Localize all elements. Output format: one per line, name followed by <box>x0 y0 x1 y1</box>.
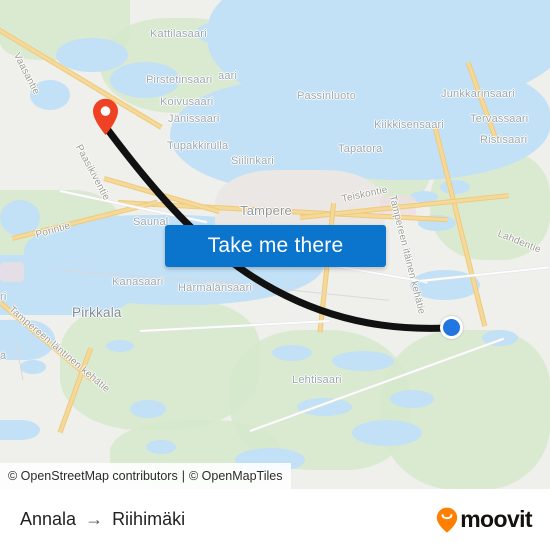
trip-origin-label: Annala <box>20 509 77 529</box>
take-me-there-button[interactable]: Take me there <box>165 225 386 267</box>
map-attribution-bar: © OpenStreetMap contributors | © OpenMap… <box>0 463 292 489</box>
openmaptiles-attribution-link[interactable]: © OpenMapTiles <box>189 469 283 483</box>
osm-attribution-link[interactable]: © OpenStreetMap contributors <box>8 469 178 483</box>
origin-pin-marker[interactable] <box>92 98 119 136</box>
map-pin-icon <box>93 98 118 135</box>
trip-footer-bar: Annala → Riihimäki moovit <box>0 489 550 550</box>
attribution-separator: | <box>181 469 185 483</box>
arrow-right-icon: → <box>85 509 104 529</box>
moovit-trip-map-screen: Kattilasaari Vaasantie Pirstetinsaari aari P… <box>0 0 550 550</box>
destination-dot-marker[interactable] <box>440 316 463 339</box>
trip-summary: Annala → Riihimäki <box>20 509 185 530</box>
moovit-pin-icon <box>437 507 458 533</box>
moovit-wordmark: moovit <box>460 506 532 532</box>
map-canvas[interactable]: Kattilasaari Vaasantie Pirstetinsaari aari P… <box>0 0 550 489</box>
moovit-brand-logo[interactable]: moovit <box>436 506 533 533</box>
trip-destination-label: Riihimäki <box>112 509 186 529</box>
